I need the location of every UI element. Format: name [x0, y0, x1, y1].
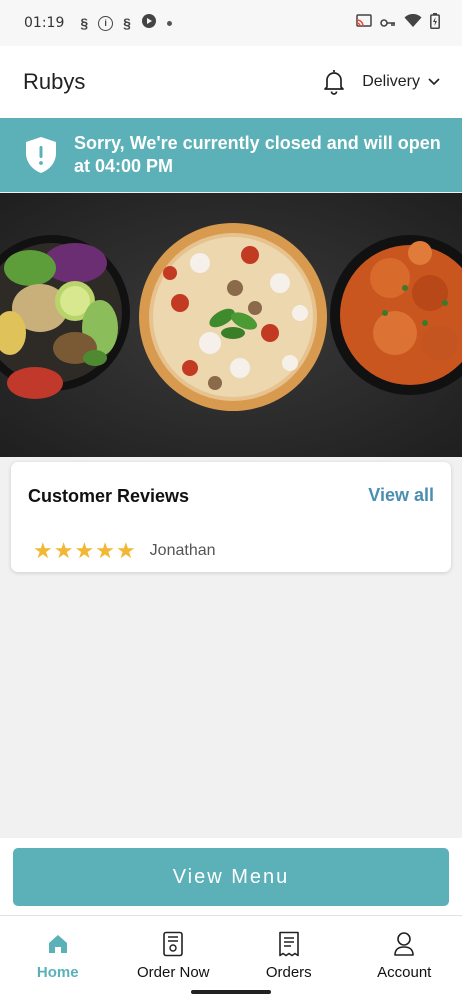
view-menu-button[interactable]: View Menu — [13, 848, 449, 906]
vpn-key-icon — [380, 15, 396, 32]
cast-icon — [356, 14, 372, 32]
status-time: 01:19 — [24, 15, 65, 31]
star-icon: ★ — [74, 538, 95, 563]
home-icon — [45, 930, 71, 958]
star-icon: ★ — [95, 538, 115, 563]
hero-food-image — [0, 193, 462, 457]
star-icon: ★ — [33, 538, 53, 563]
receipt-icon — [276, 930, 302, 958]
menu-book-icon — [160, 930, 186, 958]
shield-alert-icon — [24, 136, 58, 174]
wifi-icon — [404, 13, 422, 32]
person-icon — [391, 930, 417, 958]
home-indicator — [191, 990, 271, 994]
app-header: Rubys Delivery — [0, 46, 462, 118]
review-item[interactable]: ★ ★ ★ ★ ★ Jonathan — [33, 540, 216, 562]
reviewer-name: Jonathan — [149, 542, 216, 559]
star-icon: ★ — [53, 538, 74, 563]
star-icon: ★ — [115, 538, 136, 563]
nav-label-orders: Orders — [265, 964, 312, 981]
nav-label-account: Account — [377, 964, 432, 981]
closed-message: Sorry, We're currently closed and will o… — [74, 133, 441, 176]
restaurant-name: Rubys — [23, 69, 86, 94]
nav-item-orders[interactable]: Orders — [231, 916, 347, 1000]
info-icon: i — [98, 15, 114, 31]
battery-icon — [430, 13, 440, 33]
delivery-mode-label: Delivery — [362, 73, 420, 90]
play-circle-icon — [141, 13, 157, 33]
pizza — [139, 223, 327, 411]
status-bar: 01:19 § i § — [0, 0, 462, 46]
s-app-icon: § — [80, 15, 89, 31]
nav-item-order-now[interactable]: Order Now — [116, 916, 232, 1000]
closed-banner: Sorry, We're currently closed and will o… — [0, 118, 462, 192]
view-all-link[interactable]: View all — [368, 485, 434, 506]
nav-label-order-now: Order Now — [136, 964, 210, 981]
nav-item-home[interactable]: Home — [0, 916, 116, 1000]
reviews-title: Customer Reviews — [28, 486, 190, 506]
nav-item-account[interactable]: Account — [347, 916, 462, 1000]
chevron-down-icon — [428, 73, 440, 91]
nav-label-home: Home — [36, 964, 79, 981]
bell-icon[interactable] — [320, 66, 348, 98]
s-app-icon: § — [123, 15, 131, 31]
delivery-mode-dropdown[interactable]: Delivery — [362, 73, 440, 91]
bottom-navigation: Home Order Now Orders Account — [0, 915, 462, 1000]
dot-icon — [166, 20, 172, 26]
star-rating: ★ ★ ★ ★ ★ — [33, 540, 136, 562]
customer-reviews-card: Customer Reviews View all ★ ★ ★ ★ ★ Jona… — [11, 462, 451, 572]
